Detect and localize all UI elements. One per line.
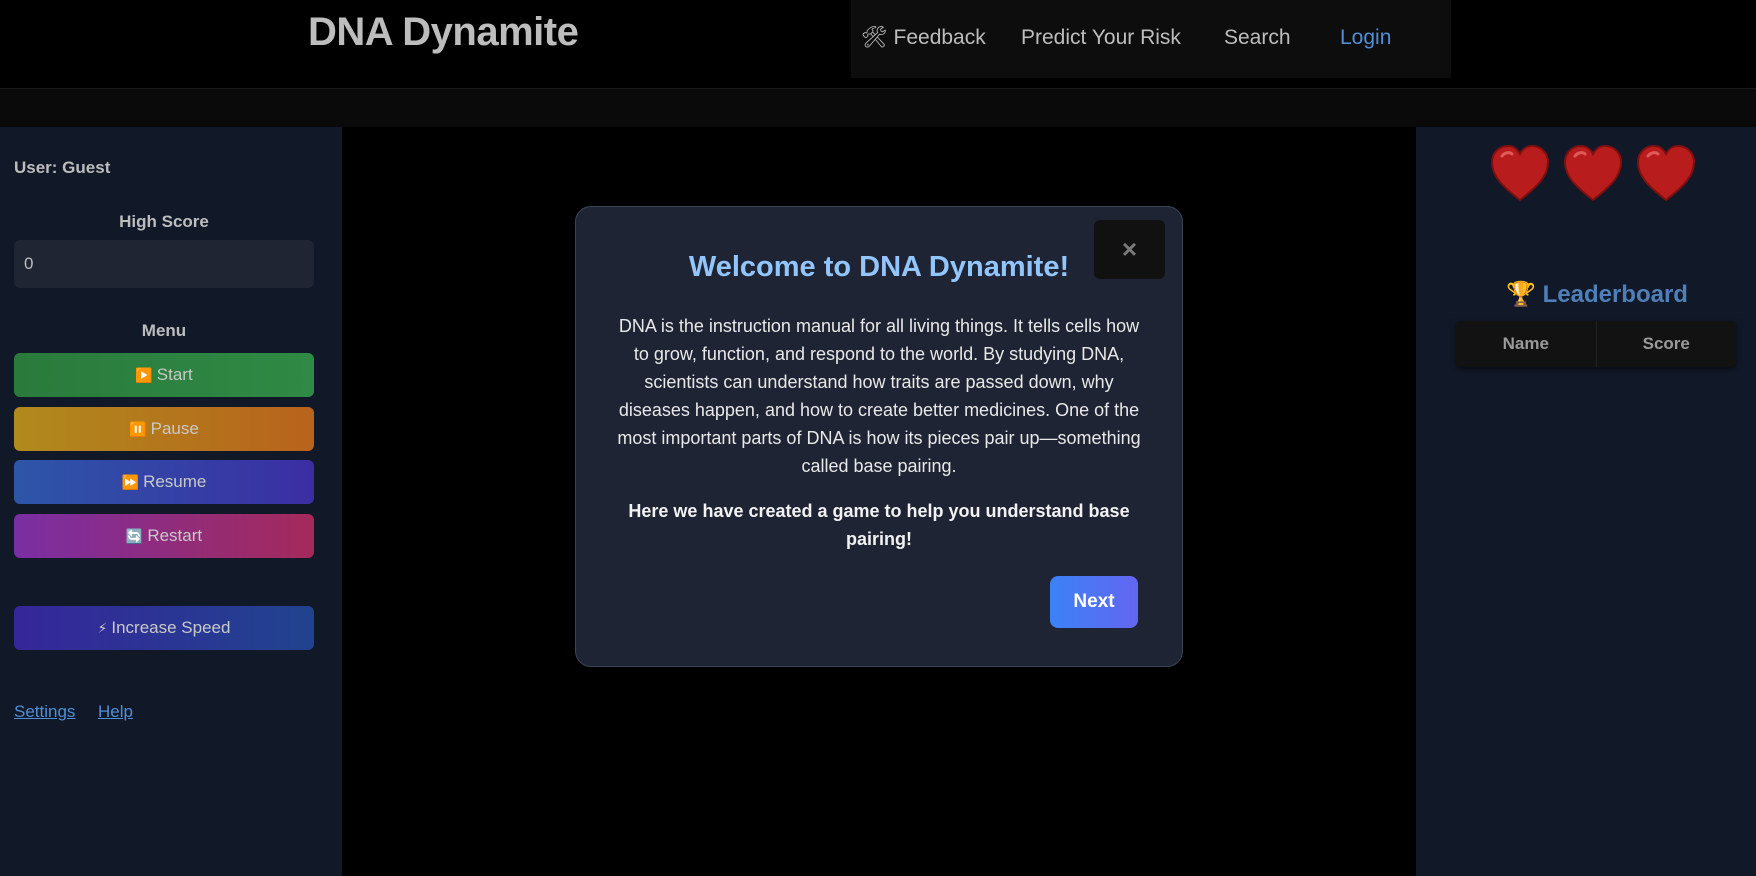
restart-icon: 🔄 — [125, 528, 144, 544]
pause-icon: ⏸️ — [129, 421, 147, 437]
pause-label: Pause — [150, 419, 199, 438]
leaderboard-label: Leaderboard — [1542, 281, 1688, 308]
nav-predict-risk[interactable]: Predict Your Risk — [1021, 26, 1181, 50]
increase-speed-label: Increase Speed — [111, 618, 231, 637]
modal-emphasis-text: Here we have created a game to help you … — [628, 501, 1130, 549]
top-nav: 🛠 Feedback Predict Your Risk Search Logi… — [851, 0, 1451, 78]
start-button[interactable]: ▶️ Start — [14, 353, 314, 397]
restart-label: Restart — [147, 526, 203, 545]
tools-icon: 🛠 — [861, 26, 888, 49]
high-score-label: High Score — [119, 212, 209, 231]
right-panel: 🏆 Leaderboard Name Score — [1416, 127, 1756, 876]
leaderboard-title: 🏆 Leaderboard — [1416, 280, 1756, 309]
lightning-icon: ⚡ — [97, 620, 108, 636]
restart-button[interactable]: 🔄 Restart — [14, 514, 314, 558]
sub-bar — [0, 89, 1756, 127]
column-header-score[interactable]: Score — [1595, 321, 1737, 367]
fast-forward-icon: ⏩ — [121, 474, 140, 490]
nav-search[interactable]: Search — [1224, 26, 1291, 50]
top-bar: DNA Dynamite 🛠 Feedback Predict Your Ris… — [0, 0, 1756, 89]
nav-feedback[interactable]: 🛠 Feedback — [861, 26, 986, 50]
modal-title: Welcome to DNA Dynamite! — [688, 251, 1070, 283]
start-label: Start — [156, 365, 193, 384]
high-score-field[interactable] — [14, 240, 314, 288]
menu-label: Menu — [141, 321, 187, 340]
brand-title[interactable]: DNA Dynamite — [308, 10, 579, 55]
next-button[interactable]: Next — [1050, 576, 1138, 628]
welcome-modal: × Welcome to DNA Dynamite! DNA is the in… — [575, 206, 1183, 667]
leaderboard-table: Name Score — [1456, 321, 1736, 367]
heart-icon — [1636, 144, 1696, 202]
resume-label: Resume — [143, 472, 207, 491]
help-link[interactable]: Help — [98, 702, 133, 722]
user-label: User: Guest — [14, 158, 111, 177]
trophy-icon: 🏆 — [1506, 281, 1536, 308]
column-header-name[interactable]: Name — [1456, 321, 1596, 367]
pause-button[interactable]: ⏸️ Pause — [14, 407, 314, 451]
left-sidebar: User: Guest High Score Menu ▶️Start ⏸️Pa… — [0, 127, 342, 876]
nav-login[interactable]: Login — [1340, 26, 1391, 50]
nav-feedback-label: Feedback — [893, 26, 986, 49]
resume-button[interactable]: ⏩ Resume — [14, 460, 314, 504]
heart-icon — [1490, 144, 1550, 202]
modal-body-text: DNA is the instruction manual for all li… — [617, 316, 1141, 476]
heart-icon — [1563, 144, 1623, 202]
settings-link[interactable]: Settings — [14, 702, 75, 722]
lives-display — [1488, 142, 1698, 206]
increase-speed-button[interactable]: ⚡ Increase Speed — [14, 606, 314, 650]
play-icon: ▶️ — [135, 367, 153, 383]
